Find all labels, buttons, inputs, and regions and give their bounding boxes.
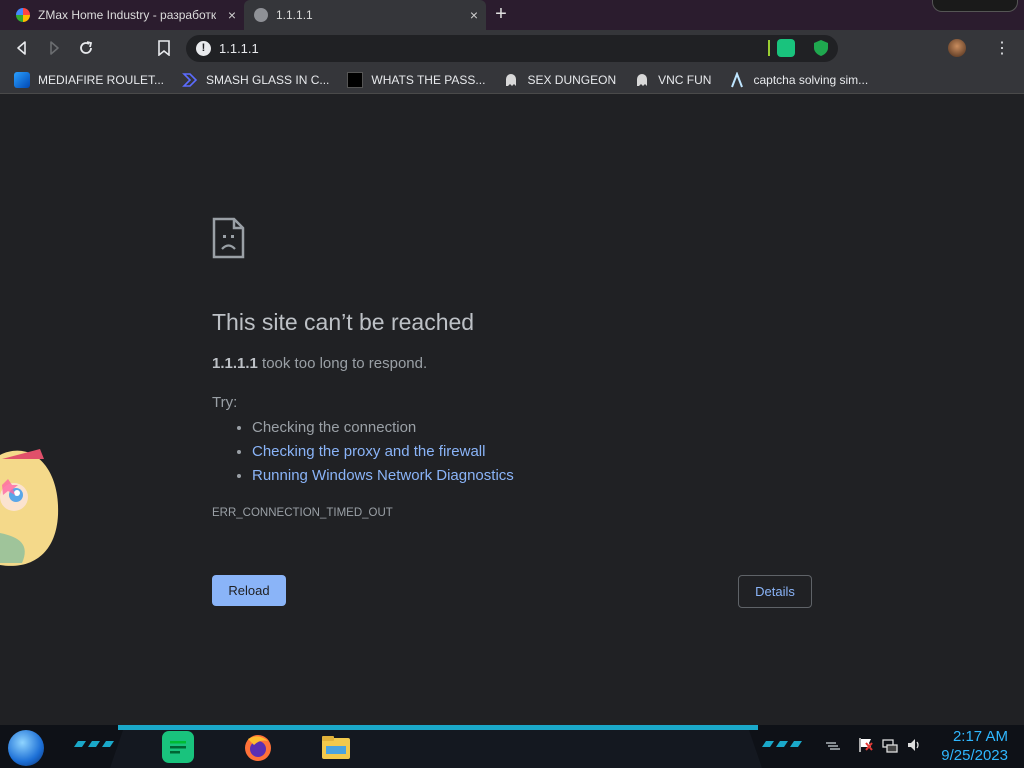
volume-icon[interactable] (906, 737, 922, 753)
bookmark-label: MEDIAFIRE ROULET... (38, 72, 165, 87)
bookmark-item[interactable]: SEX DUNGEON (503, 72, 616, 88)
decor-chevrons-right (762, 741, 802, 747)
tab-close-icon[interactable]: × (228, 7, 236, 23)
taskbar-band (110, 730, 762, 768)
error-heading: This site can’t be reached (212, 309, 475, 335)
bookmark-item[interactable]: VNC FUN (634, 72, 711, 88)
clock-time: 2:17 AM (952, 728, 1008, 745)
chrome-favicon-icon (16, 8, 30, 22)
network-diagnostics-link[interactable]: Running Windows Network Diagnostics (252, 467, 514, 484)
start-button[interactable] (8, 730, 44, 766)
suggestion-item: Checking the connection (252, 416, 514, 440)
browser-menu-icon[interactable]: ⋮ (992, 38, 1012, 58)
cartoon-sticker (0, 445, 64, 573)
bookmark-item[interactable]: MEDIAFIRE ROULET... (14, 71, 165, 88)
forward-button[interactable] (44, 38, 64, 58)
back-button[interactable] (12, 38, 32, 58)
decor-chevrons-left (74, 741, 114, 747)
bookmark-label: SMASH GLASS IN C... (206, 72, 330, 87)
reload-button[interactable]: Reload (212, 575, 286, 606)
notes-extension-icon[interactable] (777, 39, 795, 57)
shield-extension-icon[interactable] (812, 39, 830, 57)
try-label: Try: (212, 394, 238, 411)
tab-strip: ZMax Home Industry - разработк × 1.1.1.1… (0, 0, 1024, 30)
show-hidden-icons[interactable] (824, 737, 840, 753)
omnibox-divider (768, 40, 770, 56)
proxy-firewall-link[interactable]: Checking the proxy and the firewall (252, 443, 485, 460)
bookmark-label: captcha solving sim... (753, 72, 869, 87)
lambda-icon (729, 70, 745, 88)
bookmark-item[interactable]: WHATS THE PASS... (347, 71, 486, 88)
profile-avatar[interactable] (948, 39, 966, 57)
suggestion-list: Checking the connection Checking the pro… (232, 416, 514, 488)
tab-title: 1.1.1.1 (276, 8, 313, 22)
ghost-icon (634, 72, 650, 88)
new-tab-button[interactable]: + (490, 4, 512, 26)
error-host: 1.1.1.1 (212, 355, 258, 372)
action-center-flag-icon[interactable] (858, 737, 874, 753)
refresh-icon (80, 41, 93, 54)
tab-zmax[interactable]: ZMax Home Industry - разработк × (6, 0, 244, 30)
chevron-bookmark-icon (182, 72, 198, 88)
forward-arrow-icon (50, 41, 59, 55)
browser-toolbar: ! 1.1.1.1 ⋮ (0, 30, 1024, 66)
bookmarks-bar: MEDIAFIRE ROULET... SMASH GLASS IN C... … (0, 66, 1024, 94)
network-icon[interactable] (882, 737, 898, 753)
system-clock[interactable]: 2:17 AM 9/25/2023 (941, 727, 1008, 765)
sad-page-icon (212, 217, 245, 259)
page-content: This site can’t be reached 1.1.1.1 took … (0, 95, 1024, 725)
site-info-icon[interactable]: ! (196, 41, 211, 56)
bookmark-label: WHATS THE PASS... (371, 72, 486, 87)
tab-close-icon[interactable]: × (470, 7, 478, 23)
mediafire-icon (14, 71, 30, 88)
address-url[interactable]: 1.1.1.1 (219, 41, 259, 56)
address-bar[interactable]: ! 1.1.1.1 (186, 35, 838, 62)
details-button[interactable]: Details (738, 575, 812, 608)
bookmark-item[interactable]: SMASH GLASS IN C... (182, 72, 329, 88)
suggestion-text: Checking the connection (252, 419, 417, 436)
bookmark-icon (158, 40, 170, 56)
globe-icon (254, 8, 268, 22)
error-message: took too long to respond. (257, 355, 428, 372)
tab-1111[interactable]: 1.1.1.1 × (244, 0, 486, 30)
firefox-icon[interactable] (242, 731, 274, 763)
notes-app-icon[interactable] (162, 731, 194, 763)
black-square-icon (347, 71, 364, 88)
reload-toolbar-button[interactable] (76, 38, 96, 58)
taskbar: 2:17 AM 9/25/2023 (0, 725, 1024, 768)
suggestion-item[interactable]: Checking the proxy and the firewall (252, 440, 514, 464)
error-description: 1.1.1.1 took too long to respond. (212, 355, 427, 372)
bookmark-label: VNC FUN (658, 72, 712, 87)
ghost-icon (503, 72, 519, 88)
error-code: ERR_CONNECTION_TIMED_OUT (212, 507, 393, 519)
suggestion-item[interactable]: Running Windows Network Diagnostics (252, 464, 514, 488)
back-arrow-icon (17, 41, 26, 55)
bookmark-star-button[interactable] (154, 38, 174, 58)
tab-title: ZMax Home Industry - разработк (38, 8, 217, 22)
bookmark-item[interactable]: captcha solving sim... (729, 70, 869, 88)
window-controls[interactable] (932, 0, 1018, 12)
file-explorer-icon[interactable] (320, 731, 352, 763)
clock-date: 9/25/2023 (941, 747, 1008, 764)
bookmark-label: SEX DUNGEON (527, 72, 617, 87)
taskbar-glow (118, 725, 758, 730)
